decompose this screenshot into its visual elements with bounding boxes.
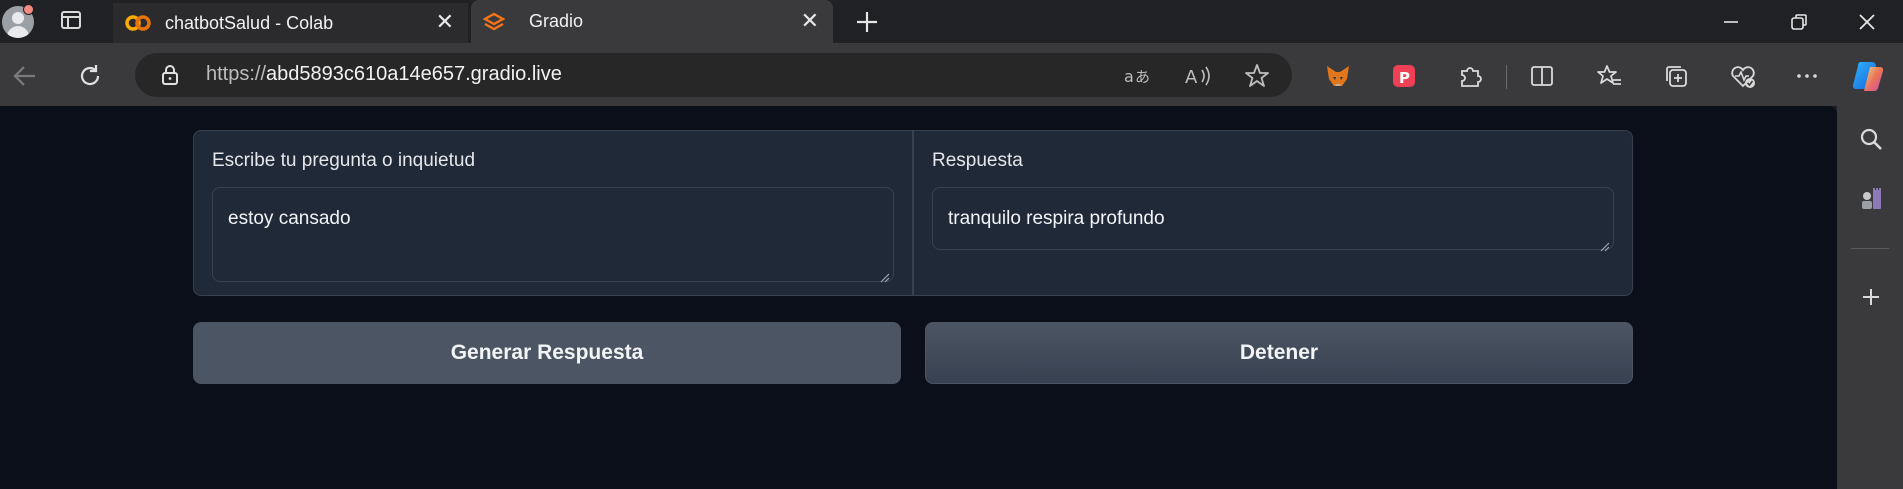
games-icon[interactable]: [1855, 183, 1887, 215]
browser-essentials-icon[interactable]: [1727, 60, 1759, 92]
favorite-star-icon[interactable]: [1241, 60, 1273, 92]
svg-text:A: A: [1185, 67, 1198, 88]
copilot-icon[interactable]: [1850, 58, 1886, 94]
answer-output-value: tranquilo respira profundo: [948, 208, 1165, 229]
favorites-icon[interactable]: [1593, 60, 1625, 92]
close-tab-icon[interactable]: ✕: [801, 10, 819, 33]
url-text[interactable]: https://abd5893c610a14e657.gradio.live: [206, 63, 562, 86]
back-icon[interactable]: [9, 60, 41, 92]
tab-title: Gradio: [529, 11, 584, 31]
tab-gradio[interactable]: Gradio ✕: [471, 0, 833, 43]
collections-icon[interactable]: [1660, 60, 1692, 92]
question-input-value: estoy cansado: [228, 208, 351, 229]
svg-text:あ: あ: [1135, 68, 1150, 86]
url-protocol: https://: [206, 63, 267, 85]
lock-icon[interactable]: [158, 63, 182, 87]
question-input[interactable]: estoy cansado: [212, 187, 894, 282]
pocket-extension-icon[interactable]: P: [1388, 60, 1420, 92]
output-label: Respuesta: [932, 150, 1023, 171]
new-tab-icon[interactable]: [853, 8, 881, 36]
split-screen-icon[interactable]: [1526, 60, 1558, 92]
close-tab-icon[interactable]: ✕: [436, 12, 454, 34]
panel-divider: [912, 130, 914, 296]
tab-actions-icon[interactable]: [60, 9, 82, 31]
svg-text:P: P: [1399, 69, 1410, 87]
url-host: abd5893c610a14e657.gradio.live: [266, 63, 562, 85]
resize-grip-icon[interactable]: [1600, 237, 1610, 252]
metamask-extension-icon[interactable]: [1322, 60, 1354, 92]
refresh-icon[interactable]: [74, 60, 106, 92]
search-icon[interactable]: [1855, 123, 1887, 155]
generate-response-button[interactable]: Generar Respuesta: [193, 322, 901, 384]
input-label: Escribe tu pregunta o inquietud: [212, 150, 476, 171]
toolbar-separator: [1506, 65, 1507, 89]
sidebar-separator: [1851, 248, 1889, 249]
tab-title: chatbotSalud - Colab: [165, 12, 334, 33]
tab-chatbotsalud-colab[interactable]: chatbotSalud - Colab ✕: [113, 3, 468, 43]
extensions-icon[interactable]: [1454, 60, 1486, 92]
answer-output[interactable]: tranquilo respira profundo: [932, 187, 1614, 250]
svg-text:a: a: [1124, 67, 1134, 86]
more-options-icon[interactable]: [1791, 60, 1823, 92]
close-window-icon[interactable]: [1853, 8, 1881, 36]
read-aloud-icon[interactable]: A: [1182, 60, 1214, 92]
colab-icon: [125, 13, 151, 33]
restore-icon[interactable]: [1785, 8, 1813, 36]
add-sidebar-app-icon[interactable]: [1855, 281, 1887, 313]
minimize-icon[interactable]: [1717, 8, 1745, 36]
title-bar: chatbotSalud - Colab ✕ Gradio ✕: [0, 0, 1903, 43]
gradio-icon: [482, 11, 506, 33]
notification-dot: [23, 4, 34, 15]
translate-icon[interactable]: aあ: [1122, 60, 1154, 92]
stop-button[interactable]: Detener: [925, 322, 1633, 384]
resize-grip-icon[interactable]: [880, 268, 890, 283]
